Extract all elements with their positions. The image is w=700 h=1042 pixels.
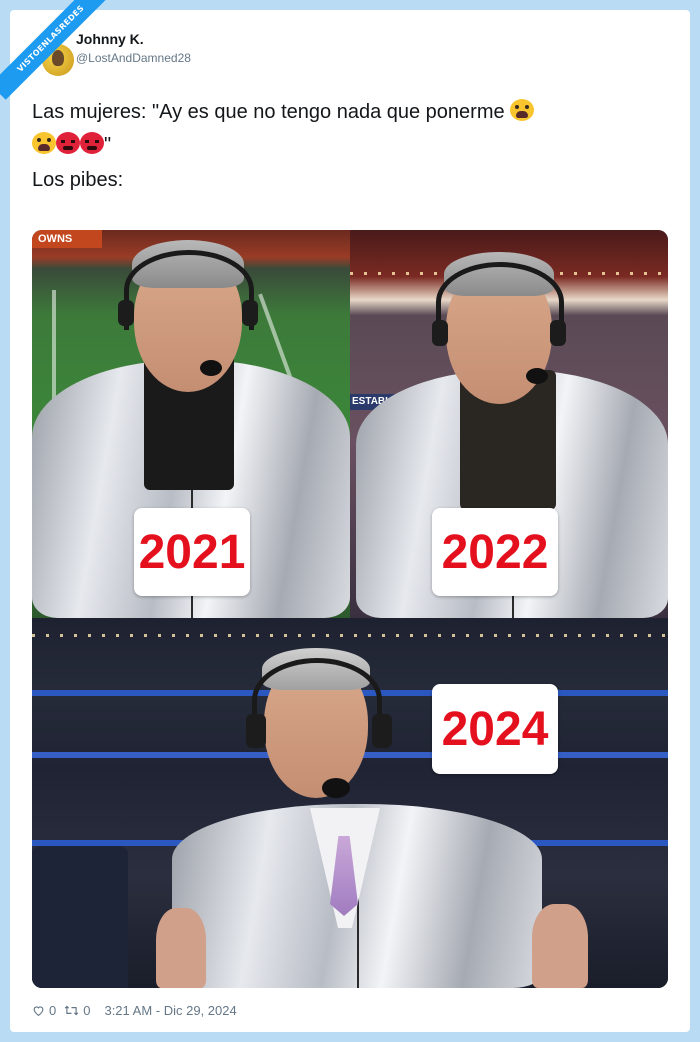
user-handle[interactable]: @LostAndDamned28 [76, 51, 191, 65]
display-name[interactable]: Johnny K. [76, 31, 144, 47]
tweet-footer: 0 0 3:21 AM - Dic 29, 2024 [32, 1000, 237, 1020]
tweet-image[interactable]: OWNS 2021 ESTABLIS 2022 2024 [32, 230, 668, 988]
angry-face-emoji-icon [56, 132, 80, 154]
year-label-2021: 2021 [134, 508, 250, 596]
like-count: 0 [49, 1002, 57, 1018]
tweet-line-1: Las mujeres: "Ay es que no tengo nada qu… [32, 96, 662, 129]
crying-face-emoji-icon [32, 132, 56, 154]
retweet-icon [64, 1004, 79, 1017]
timestamp[interactable]: 3:21 AM - Dic 29, 2024 [104, 1003, 236, 1018]
tweet-line-1-text: Las mujeres: "Ay es que no tengo nada qu… [32, 101, 511, 123]
heart-icon [32, 1004, 45, 1017]
tweet-card: VISTOENLASREDES Johnny K. @LostAndDamned… [0, 0, 690, 1032]
retweet-button[interactable]: 0 [64, 1003, 90, 1018]
tweet-line-2-text: " [104, 134, 112, 156]
retweet-count: 0 [83, 1002, 91, 1018]
angry-face-emoji-icon [80, 132, 104, 154]
tweet-text: Las mujeres: "Ay es que no tengo nada qu… [32, 96, 662, 197]
tweet-line-3: Los pibes: [32, 169, 124, 191]
crying-face-emoji-icon [510, 99, 535, 121]
photo-2021: OWNS 2021 [32, 230, 350, 618]
year-label-2022: 2022 [432, 508, 558, 596]
year-label-2024: 2024 [432, 684, 558, 774]
stadium-sign: OWNS [32, 230, 102, 248]
photo-2024: 2024 [32, 618, 668, 988]
photo-2022: ESTABLIS 2022 [350, 230, 668, 618]
tweet-line-2: " [32, 129, 662, 162]
like-button[interactable]: 0 [32, 1003, 56, 1018]
